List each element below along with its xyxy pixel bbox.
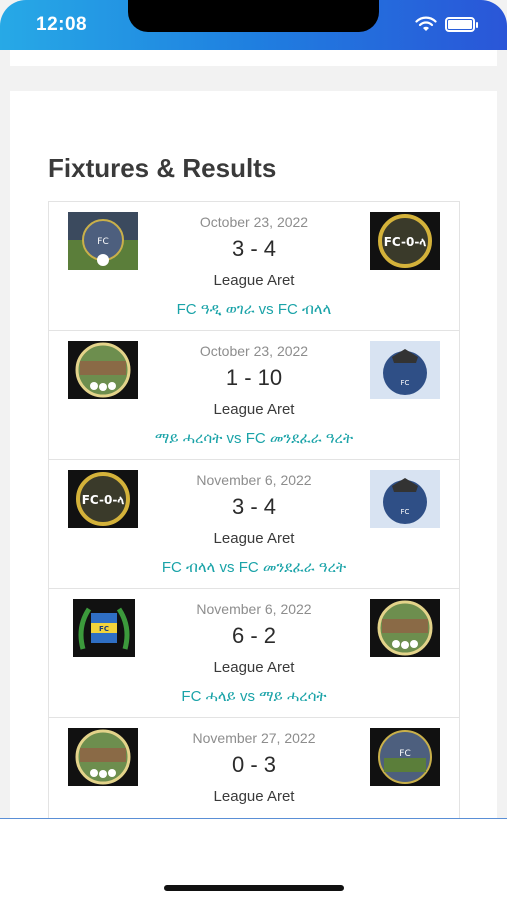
previous-card-bottom	[10, 50, 497, 66]
fixture-league: League Aret	[213, 659, 295, 676]
fixture-row[interactable]: FC November 6, 2022 6 - 2 League Aret FC…	[49, 589, 459, 718]
battery-icon	[445, 16, 478, 32]
status-time: 12:08	[36, 14, 88, 35]
app-screen: 12:08 Fixtures & Results FC October 23, …	[0, 0, 507, 900]
fc-mendefera-crest-icon: FC	[370, 341, 440, 399]
fixture-row[interactable]: October 23, 2022 1 - 10 League Aret ማይ ሓ…	[49, 331, 459, 460]
fixture-row[interactable]: FC October 23, 2022 3 - 4 League Aret FC…	[49, 202, 459, 331]
fixture-league: League Aret	[213, 272, 295, 289]
football-pitch-badge-icon	[370, 599, 440, 657]
svg-text:FC: FC	[399, 749, 410, 759]
fixtures-list: FC October 23, 2022 3 - 4 League Aret FC…	[48, 201, 460, 848]
svg-text:FC: FC	[401, 379, 410, 387]
team-crest-photo-icon: FC	[370, 728, 440, 786]
svg-text:FC: FC	[401, 508, 410, 516]
fixture-teams[interactable]: ማይ ሓረሳት vs FC መንደፈራ ዓረት	[49, 430, 459, 447]
camera-notch	[128, 0, 379, 32]
svg-text:FC-0-ላ: FC-0-ላ	[384, 235, 427, 249]
fixture-teams[interactable]: FC ዓዲ ወገራ vs FC ብላላ	[49, 301, 459, 318]
status-bar: 12:08	[0, 0, 507, 50]
fixture-league: League Aret	[213, 401, 295, 418]
section-title: Fixtures & Results	[48, 153, 277, 183]
fixture-teams[interactable]: FC ብላላ vs FC መንደፈራ ዓረት	[49, 559, 459, 576]
home-indicator[interactable]	[164, 885, 344, 891]
fc-0-la-gold-badge-icon: FC-0-ላ	[370, 212, 440, 270]
fixture-league: League Aret	[213, 788, 295, 805]
fixture-row[interactable]: FC-0-ላ November 6, 2022 3 - 4 League Are…	[49, 460, 459, 589]
fixture-league: League Aret	[213, 530, 295, 547]
wifi-icon	[415, 16, 437, 31]
fixtures-card: Fixtures & Results FC October 23, 2022 3…	[10, 91, 497, 848]
status-icons	[415, 16, 478, 32]
fc-mendefera-crest-icon: FC	[370, 470, 440, 528]
fixture-teams[interactable]: FC ሓላይ vs ማይ ሓረሳት	[49, 688, 459, 705]
